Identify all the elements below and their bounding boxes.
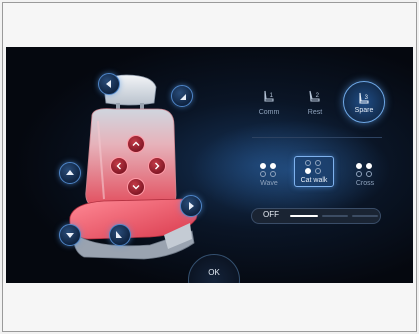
seat-control-screen: 1 Comm 2 Rest 3 Spare Wave Cat walk Cros… <box>6 47 413 283</box>
mode-label: Rest <box>307 109 323 116</box>
cross-dots-icon <box>345 163 385 177</box>
massage-label: Cat walk <box>300 177 328 184</box>
lumbar-up-button[interactable] <box>127 135 145 153</box>
cat-walk-dots-icon <box>295 160 333 174</box>
arrow-right-icon <box>189 202 194 210</box>
divider <box>252 137 382 138</box>
chevron-left-icon <box>116 162 121 170</box>
massage-wave[interactable]: Wave <box>249 163 289 187</box>
mode-subscript: 2 <box>316 93 320 99</box>
seat-recline-back-button[interactable] <box>98 73 120 95</box>
lumbar-right-button[interactable] <box>148 157 166 175</box>
seat-cushion-tilt-button[interactable] <box>109 224 131 246</box>
seat-recline-forward-button[interactable] <box>171 85 193 107</box>
arrow-down-icon <box>66 233 74 238</box>
mode-comm[interactable]: 1 Comm <box>249 89 289 116</box>
intensity-slider[interactable]: OFF <box>251 208 381 224</box>
mode-label: Spare <box>354 106 374 114</box>
arrow-down-left-icon <box>116 231 122 238</box>
wave-dots-icon <box>249 163 289 177</box>
lumbar-left-button[interactable] <box>110 157 128 175</box>
bottom-bar <box>3 283 416 331</box>
chevron-right-icon <box>155 162 160 170</box>
seat-slide-button[interactable] <box>180 195 202 217</box>
intensity-segment <box>322 215 348 217</box>
chevron-down-icon <box>132 185 140 190</box>
arrow-down-left-icon <box>180 94 186 100</box>
mode-spare[interactable]: 3 Spare <box>343 81 385 123</box>
ok-label: OK <box>208 268 220 277</box>
massage-cat-walk[interactable]: Cat walk <box>294 156 334 187</box>
seat-1-icon: 1 <box>264 90 274 102</box>
seat-lower-button[interactable] <box>59 224 81 246</box>
intensity-label: OFF <box>263 210 279 219</box>
massage-label: Cross <box>355 180 375 187</box>
lumbar-down-button[interactable] <box>127 178 145 196</box>
top-bar <box>3 3 416 47</box>
arrow-up-icon <box>66 170 74 175</box>
mode-rest[interactable]: 2 Rest <box>295 89 335 116</box>
intensity-segment <box>290 215 318 217</box>
massage-cross[interactable]: Cross <box>345 163 385 187</box>
seat-raise-button[interactable] <box>59 162 81 184</box>
chevron-up-icon <box>132 141 140 146</box>
mode-subscript: 3 <box>365 95 369 101</box>
seat-2-icon: 2 <box>309 90 320 102</box>
mode-label: Comm <box>258 109 280 116</box>
arrow-left-icon <box>106 80 111 88</box>
mode-subscript: 1 <box>270 93 274 99</box>
massage-label: Wave <box>260 180 278 187</box>
seat-3-icon: 3 <box>359 92 369 104</box>
intensity-segment <box>352 215 378 217</box>
